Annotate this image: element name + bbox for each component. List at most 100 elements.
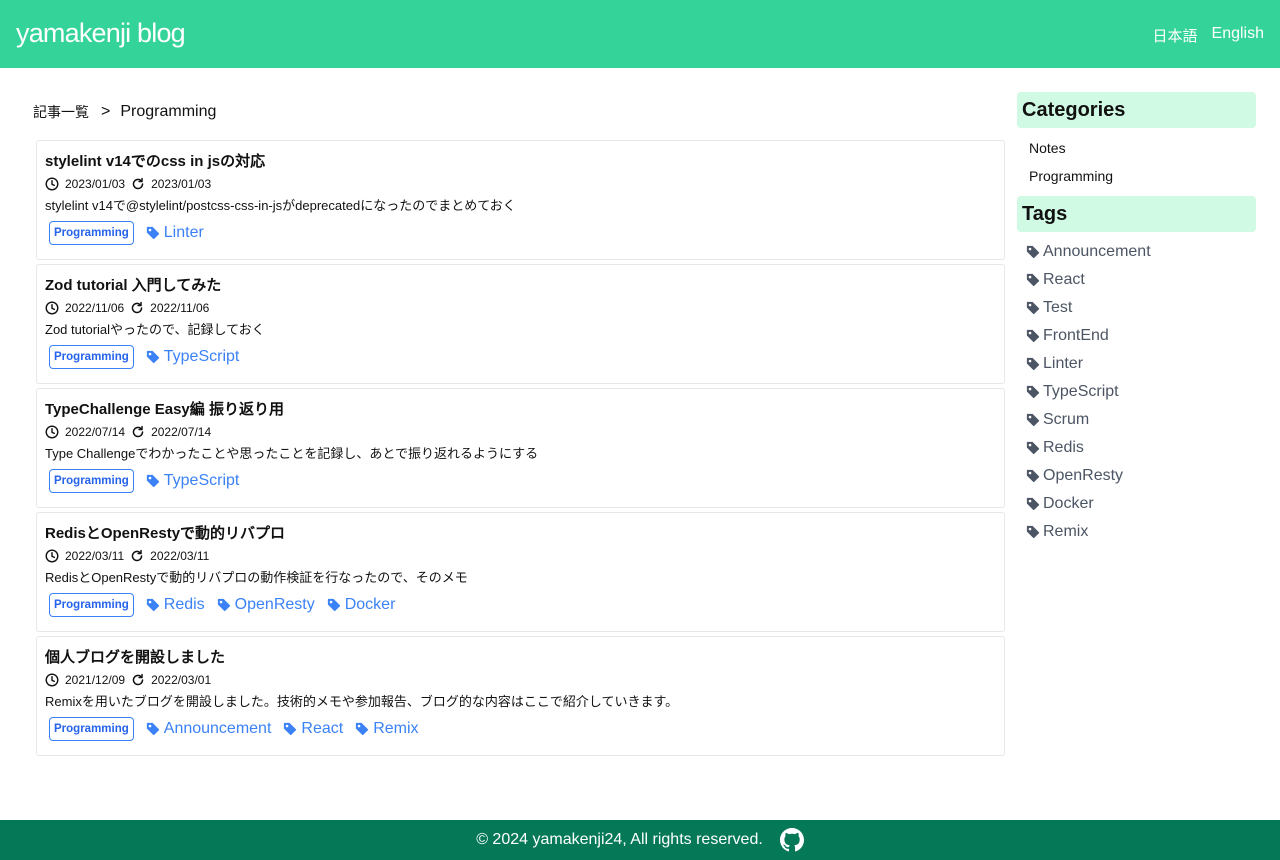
tag-label: OpenResty — [234, 596, 315, 613]
breadcrumb-current: Programming — [120, 103, 217, 120]
tag-label: OpenResty — [1043, 467, 1124, 484]
tag-list: Announcement React Test FrontEnd Linter TypeS… — [1017, 232, 1256, 546]
clock-icon — [45, 549, 59, 563]
tag-icon — [1026, 525, 1040, 539]
post-dates: 2023/01/03 2023/01/03 — [45, 173, 996, 195]
site-header: yamakenji blog 日本語 English — [0, 0, 1280, 68]
tag-label: Docker — [344, 596, 396, 613]
category-link[interactable]: Notes — [1029, 140, 1066, 156]
sidebar-tag-link[interactable]: Linter — [1026, 355, 1083, 373]
clock-icon — [45, 425, 59, 439]
tag-label: React — [1043, 271, 1085, 288]
post-title-link[interactable]: 個人ブログを開設しました — [45, 647, 996, 669]
post-tags: Programming Announcement React Remix — [45, 715, 996, 743]
sidebar-tag-link[interactable]: Test — [1026, 299, 1072, 317]
clock-icon — [45, 673, 59, 687]
sidebar-tag-link[interactable]: Announcement — [1026, 243, 1151, 261]
sidebar-tag-link[interactable]: Docker — [1026, 495, 1094, 513]
post-tag-link[interactable]: TypeScript — [146, 472, 240, 490]
tag-icon — [146, 598, 160, 612]
category-list: Notes Programming — [1017, 128, 1256, 196]
category-badge[interactable]: Programming — [49, 345, 134, 369]
post-tag-link[interactable]: TypeScript — [146, 348, 240, 366]
tag-icon — [283, 722, 297, 736]
refresh-icon — [130, 301, 144, 315]
post-card: Zod tutorial 入門してみた 2022/11/06 2022/11/06 Z… — [36, 264, 1005, 384]
post-title-link[interactable]: TypeChallenge Easy編 振り返り用 — [45, 399, 996, 421]
category-badge[interactable]: Programming — [49, 469, 134, 493]
sidebar-tag-item: Linter — [1026, 350, 1256, 378]
tag-label: Linter — [1043, 355, 1084, 372]
github-link[interactable] — [779, 828, 804, 852]
category-badge[interactable]: Programming — [49, 221, 134, 245]
tag-label: TypeScript — [1043, 383, 1119, 400]
updated-date: 2023/01/03 — [151, 177, 212, 191]
post-title-link[interactable]: RedisとOpenRestyで動的リバプロ — [45, 523, 996, 545]
tag-label: Docker — [1043, 495, 1094, 512]
post-description: Remixを用いたブログを開設しました。技術的メモや参加報告、ブログ的な内容はこ… — [45, 694, 679, 709]
tag-icon — [1026, 273, 1040, 287]
sidebar-tag-link[interactable]: FrontEnd — [1026, 327, 1109, 345]
sidebar-tag-item: Scrum — [1026, 406, 1256, 434]
tag-label: Remix — [1043, 523, 1089, 540]
sidebar-tag-link[interactable]: TypeScript — [1026, 383, 1119, 401]
sidebar-tag-item: Redis — [1026, 434, 1256, 462]
tag-label: TypeScript — [163, 472, 240, 489]
tag-icon — [1026, 497, 1040, 511]
tag-label: Redis — [163, 596, 205, 613]
tag-icon — [1026, 385, 1040, 399]
sidebar-tag-link[interactable]: Scrum — [1026, 411, 1089, 429]
category-badge[interactable]: Programming — [49, 593, 134, 617]
created-date: 2023/01/03 — [65, 177, 126, 191]
post-tag-link[interactable]: Announcement — [146, 720, 271, 738]
sidebar-tag-link[interactable]: OpenResty — [1026, 467, 1123, 485]
category-badge[interactable]: Programming — [49, 717, 134, 741]
post-card: stylelint v14でのcss in jsの対応 2023/01/03 202… — [36, 140, 1005, 260]
tag-icon — [146, 350, 160, 364]
breadcrumb: 記事一覧 > Programming — [33, 102, 216, 122]
post-tag-link[interactable]: Linter — [146, 224, 204, 242]
tag-icon — [146, 722, 160, 736]
sidebar-tag-link[interactable]: Remix — [1026, 523, 1088, 541]
post-tag-link[interactable]: Docker — [327, 596, 396, 614]
site-footer: © 2024 yamakenji24, All rights reserved. — [0, 820, 1280, 860]
tag-label: React — [301, 720, 344, 737]
categories-heading: Categories — [1017, 92, 1256, 128]
refresh-icon — [131, 177, 145, 191]
tag-label: FrontEnd — [1043, 327, 1109, 344]
created-date: 2022/03/11 — [65, 549, 125, 563]
post-tag-link[interactable]: OpenResty — [217, 596, 315, 614]
tag-icon — [1026, 329, 1040, 343]
post-title-link[interactable]: Zod tutorial 入門してみた — [45, 275, 996, 297]
tag-label: Announcement — [1043, 243, 1151, 260]
lang-link-ja[interactable]: 日本語 — [1153, 25, 1198, 46]
tag-icon — [217, 598, 231, 612]
site-title-link[interactable]: yamakenji blog — [16, 18, 186, 49]
created-date: 2022/07/14 — [65, 425, 126, 439]
updated-date: 2022/03/01 — [151, 673, 212, 687]
tag-label: Test — [1043, 299, 1073, 316]
post-tags: Programming TypeScript — [45, 467, 996, 495]
post-description: Type Challengeでわかったことや思ったことを記録し、あとで振り返れる… — [45, 446, 539, 461]
post-dates: 2022/11/06 2022/11/06 — [45, 297, 996, 319]
created-date: 2022/11/06 — [65, 301, 125, 315]
lang-link-en[interactable]: English — [1212, 25, 1264, 46]
category-item: Programming — [1029, 162, 1256, 190]
post-tag-link[interactable]: Redis — [146, 596, 205, 614]
sidebar-tag-item: Docker — [1026, 490, 1256, 518]
sidebar-tag-link[interactable]: React — [1026, 271, 1085, 289]
post-dates: 2021/12/09 2022/03/01 — [45, 669, 996, 691]
breadcrumb-root-link[interactable]: 記事一覧 — [33, 102, 89, 122]
refresh-icon — [130, 549, 144, 563]
post-card: TypeChallenge Easy編 振り返り用 2022/07/14 2022/… — [36, 388, 1005, 508]
post-description: RedisとOpenRestyで動的リバプロの動作検証を行なったので、そのメモ — [45, 570, 468, 585]
post-tag-link[interactable]: React — [283, 720, 343, 738]
post-tag-link[interactable]: Remix — [355, 720, 419, 738]
tag-icon — [146, 474, 160, 488]
sidebar-tag-link[interactable]: Redis — [1026, 439, 1084, 457]
tag-label: TypeScript — [163, 348, 240, 365]
tag-icon — [1026, 301, 1040, 315]
tag-icon — [1026, 357, 1040, 371]
category-link[interactable]: Programming — [1029, 168, 1113, 184]
post-title-link[interactable]: stylelint v14でのcss in jsの対応 — [45, 151, 996, 173]
